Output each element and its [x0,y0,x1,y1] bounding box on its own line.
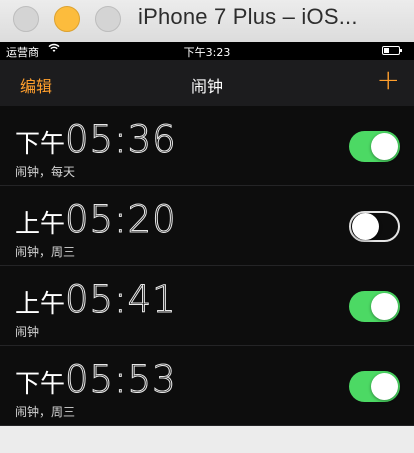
navigation-bar: 编辑 闹钟 + [0,60,414,106]
battery-icon [382,46,402,55]
alarm-time: 上午05:41 [15,278,177,322]
page-title: 闹钟 [190,77,223,96]
alarm-row[interactable]: 下午05:36 闹钟，每天 [0,106,414,186]
alarm-list: 下午05:36 闹钟，每天 上午05:20 闹钟，周三 上午05:41 闹钟 下… [0,106,414,426]
toggle-knob [371,373,398,400]
alarm-ampm: 下午 [15,369,66,398]
alarm-hour-minute: 05:53 [65,358,177,402]
alarm-toggle[interactable] [349,371,400,402]
alarm-ampm: 上午 [15,289,66,318]
window-title-bar: iPhone 7 Plus – iOS... [0,0,414,42]
status-bar: 运营商 下午3:23 [0,42,414,60]
toggle-knob [352,213,379,240]
alarm-hour-minute: 05:36 [65,118,177,162]
alarm-ampm: 上午 [15,209,66,238]
toggle-knob [371,133,398,160]
window-zoom-button[interactable] [95,6,121,32]
alarm-row[interactable]: 下午05:53 闹钟，周三 [0,346,414,426]
device-screen: 运营商 下午3:23 编辑 闹钟 + 下午05:36 闹钟，每天 上午05:20 [0,42,414,426]
alarm-row[interactable]: 上午05:41 闹钟 [0,266,414,346]
window-bottom-edge [0,426,414,453]
alarm-label: 闹钟，周三 [15,405,76,419]
window-close-button[interactable] [13,6,39,32]
alarm-hour-minute: 05:41 [65,278,177,322]
window-title: iPhone 7 Plus – iOS... [138,4,358,29]
alarm-time: 上午05:20 [15,198,177,242]
alarm-time: 下午05:36 [15,118,177,162]
alarm-toggle[interactable] [349,211,400,242]
alarm-toggle[interactable] [349,131,400,162]
alarm-time: 下午05:53 [15,358,177,402]
alarm-hour-minute: 05:20 [65,198,177,242]
alarm-label: 闹钟 [15,325,40,339]
alarm-label: 闹钟，周三 [15,245,76,259]
alarm-label: 闹钟，每天 [15,165,76,179]
alarm-toggle[interactable] [349,291,400,322]
window-minimize-button[interactable] [54,6,80,32]
alarm-ampm: 下午 [15,129,66,158]
status-clock: 下午3:23 [183,46,231,59]
toggle-knob [371,293,398,320]
alarm-row[interactable]: 上午05:20 闹钟，周三 [0,186,414,266]
add-alarm-button[interactable]: + [377,66,400,94]
